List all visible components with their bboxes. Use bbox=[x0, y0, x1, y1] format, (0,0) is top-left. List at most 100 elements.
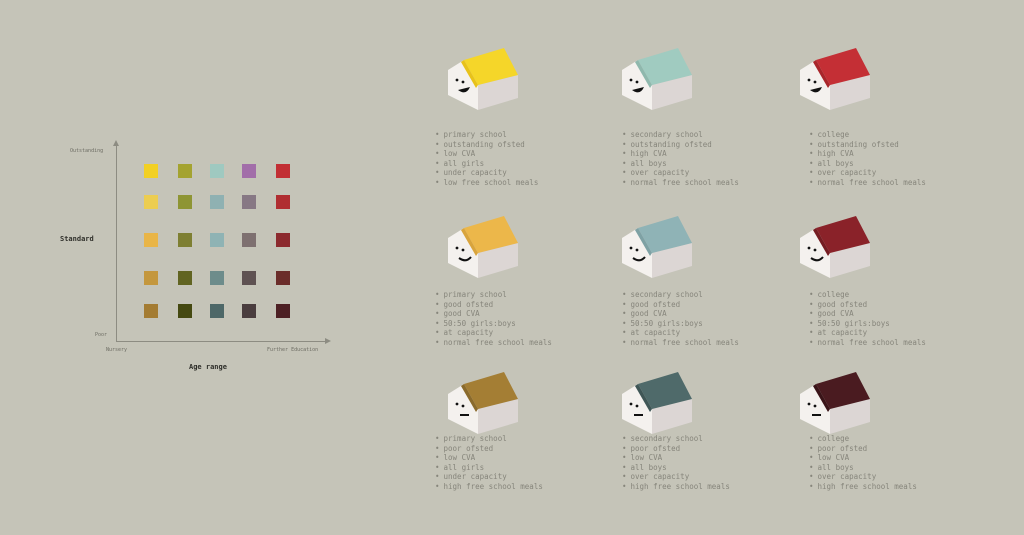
attribute-item: low CVA bbox=[435, 149, 538, 159]
x-left-label: Nursery bbox=[106, 347, 128, 353]
school-attributes: primary schoolgood ofstedgood CVA50:50 g… bbox=[435, 290, 552, 348]
attribute-item: all boys bbox=[622, 159, 739, 169]
attribute-item: over capacity bbox=[809, 168, 926, 178]
attribute-item: low free school meals bbox=[435, 178, 539, 188]
attribute-item: normal free school meals bbox=[622, 338, 739, 348]
attribute-item: secondary school bbox=[622, 434, 730, 444]
school-attributes: collegegood ofstedgood CVA50:50 girls:bo… bbox=[809, 290, 926, 348]
attribute-item: good CVA bbox=[622, 309, 739, 319]
attribute-item: primary school bbox=[435, 130, 538, 140]
attribute-item: poor ofsted bbox=[622, 444, 730, 454]
x-axis bbox=[116, 341, 326, 342]
attribute-item: at capacity bbox=[809, 328, 926, 338]
attribute-item: normal free school meals bbox=[809, 178, 926, 188]
color-swatch bbox=[276, 233, 290, 247]
attribute-item: all boys bbox=[622, 463, 730, 473]
attribute-item: 50:50 girls:boys bbox=[435, 319, 552, 329]
house-icon bbox=[622, 208, 722, 278]
attribute-item: at capacity bbox=[622, 328, 739, 338]
color-swatch bbox=[242, 233, 256, 247]
attribute-item: normal free school meals bbox=[809, 338, 926, 348]
x-axis-arrow bbox=[325, 338, 331, 344]
attribute-item: all boys bbox=[809, 463, 917, 473]
attribute-item: normal free school meals bbox=[622, 178, 739, 188]
attribute-item: primary school bbox=[435, 290, 552, 300]
school-attributes: primary schooloutstanding ofstedlow CVAa… bbox=[435, 130, 539, 188]
color-swatch bbox=[242, 271, 256, 285]
attribute-item: 50:50 girls:boys bbox=[622, 319, 739, 329]
attribute-item: high CVA bbox=[622, 149, 739, 159]
color-swatch bbox=[144, 304, 158, 318]
attribute-item: secondary school bbox=[622, 290, 739, 300]
house-icon bbox=[800, 364, 900, 434]
attribute-item: high CVA bbox=[809, 149, 926, 159]
attribute-item: over capacity bbox=[622, 472, 730, 482]
color-swatch bbox=[144, 233, 158, 247]
house-icon bbox=[448, 364, 548, 434]
attribute-item: low CVA bbox=[622, 453, 730, 463]
color-swatch bbox=[144, 195, 158, 209]
school-attributes: collegeoutstanding ofstedhigh CVAall boy… bbox=[809, 130, 926, 188]
school-attributes: collegepoor ofstedlow CVAall boysover ca… bbox=[809, 434, 917, 492]
attribute-item: outstanding ofsted bbox=[809, 140, 926, 150]
attribute-item: high free school meals bbox=[435, 482, 543, 492]
color-swatch bbox=[210, 271, 224, 285]
school-attributes: secondary schooloutstanding ofstedhigh C… bbox=[622, 130, 739, 188]
school-attributes: secondary schoolpoor ofstedlow CVAall bo… bbox=[622, 434, 730, 492]
attribute-item: good ofsted bbox=[809, 300, 926, 310]
color-swatch bbox=[178, 271, 192, 285]
attribute-item: college bbox=[809, 290, 926, 300]
color-swatch bbox=[144, 271, 158, 285]
attribute-item: 50:50 girls:boys bbox=[809, 319, 926, 329]
attribute-item: good ofsted bbox=[435, 300, 552, 310]
color-swatch bbox=[210, 233, 224, 247]
attribute-item: low CVA bbox=[435, 453, 543, 463]
color-swatch bbox=[242, 164, 256, 178]
y-axis bbox=[116, 145, 117, 342]
color-swatch bbox=[276, 195, 290, 209]
attribute-item: over capacity bbox=[622, 168, 739, 178]
house-icon bbox=[800, 40, 900, 110]
color-swatch bbox=[276, 271, 290, 285]
color-swatch bbox=[144, 164, 158, 178]
x-axis-title: Age range bbox=[189, 363, 227, 371]
house-icon bbox=[622, 40, 722, 110]
attribute-item: good CVA bbox=[435, 309, 552, 319]
color-swatch bbox=[178, 304, 192, 318]
house-icon bbox=[448, 208, 548, 278]
school-attributes: primary schoolpoor ofstedlow CVAall girl… bbox=[435, 434, 543, 492]
attribute-item: good CVA bbox=[809, 309, 926, 319]
color-swatch bbox=[210, 164, 224, 178]
attribute-item: college bbox=[809, 130, 926, 140]
school-infographic: Outstanding Poor Nursery Further Educati… bbox=[0, 0, 1024, 535]
attribute-item: all girls bbox=[435, 159, 538, 169]
attribute-item: poor ofsted bbox=[435, 444, 543, 454]
attribute-item: under capacity bbox=[435, 472, 543, 482]
attribute-item: all girls bbox=[435, 463, 543, 473]
color-swatch bbox=[210, 304, 224, 318]
house-icon bbox=[622, 364, 722, 434]
attribute-item: secondary school bbox=[622, 130, 739, 140]
color-swatch bbox=[178, 195, 192, 209]
y-top-label: Outstanding bbox=[70, 148, 104, 154]
color-swatch bbox=[276, 304, 290, 318]
attribute-item: poor ofsted bbox=[809, 444, 917, 454]
color-swatch bbox=[210, 195, 224, 209]
attribute-item: under capacity bbox=[435, 168, 538, 178]
attribute-item: all boys bbox=[809, 159, 926, 169]
attribute-item: good ofsted bbox=[622, 300, 739, 310]
house-icon bbox=[448, 40, 548, 110]
color-swatch bbox=[242, 195, 256, 209]
school-attributes: secondary schoolgood ofstedgood CVA50:50… bbox=[622, 290, 739, 348]
attribute-item: outstanding ofsted bbox=[622, 140, 739, 150]
color-swatch bbox=[242, 304, 256, 318]
x-right-label: Further Education bbox=[267, 347, 319, 353]
attribute-item: primary school bbox=[435, 434, 543, 444]
color-swatch bbox=[178, 164, 192, 178]
house-icon bbox=[800, 208, 900, 278]
attribute-item: outstanding ofsted bbox=[435, 140, 538, 150]
y-bottom-label: Poor bbox=[95, 332, 108, 338]
attribute-item: at capacity bbox=[435, 328, 552, 338]
y-axis-title: Standard bbox=[60, 235, 94, 243]
attribute-item: high free school meals bbox=[809, 482, 917, 492]
